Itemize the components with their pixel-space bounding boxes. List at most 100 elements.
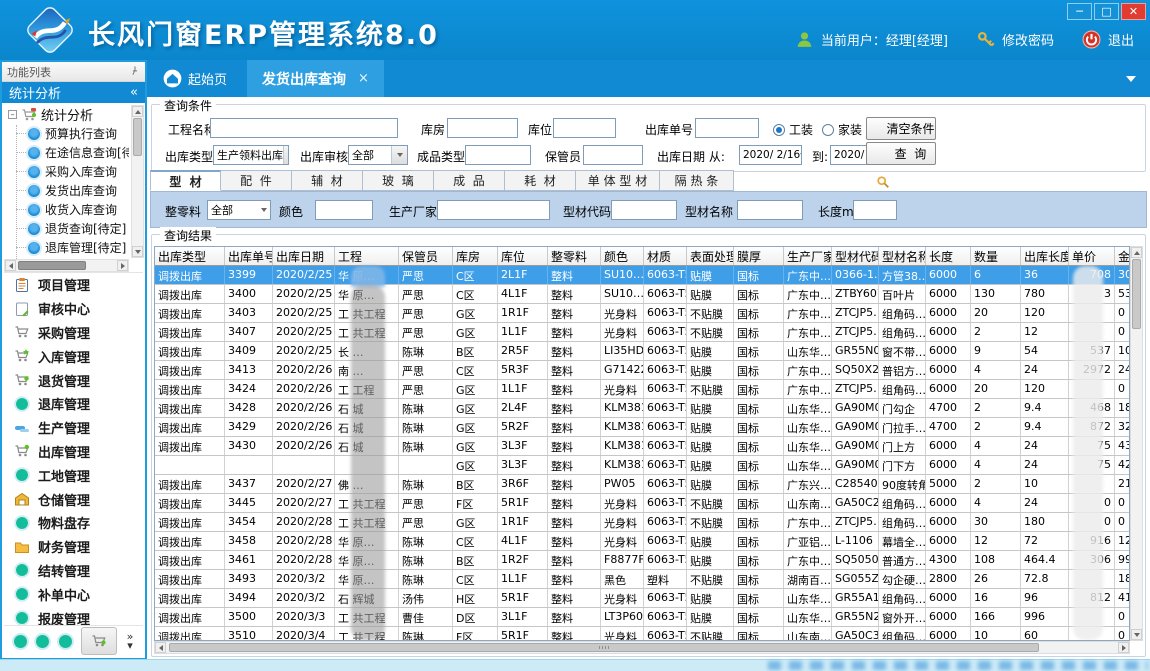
table-row[interactable]: G区3L3F整料KLM38176063-T5贴膜国标山东华…GA90M09.门下… — [155, 456, 1129, 475]
table-row[interactable]: 调拨出库34582020/2/28华 原…陈琳C区4L1F整料光身料6063-T… — [155, 532, 1129, 551]
tree-item-5[interactable]: 退货查询[待定] — [4, 219, 129, 238]
column-header-8[interactable]: 颜色 — [601, 247, 644, 265]
table-row[interactable]: 调拨出库34942020/3/2石 辉城汤伟H区5R1F整料光身料6063-T5… — [155, 589, 1129, 608]
date-from-select[interactable]: 2020/ 2/16 — [739, 145, 802, 165]
column-header-16[interactable]: 数量 — [971, 247, 1021, 265]
column-header-13[interactable]: 型材代码 — [832, 247, 879, 265]
table-row[interactable]: 调拨出库35102020/3/4工 共工程陈琳F区5R1F整料光身料6063-T… — [155, 627, 1129, 641]
table-row[interactable]: 调拨出库34132020/2/26南 …严思C区5R3F整料G714226063… — [155, 361, 1129, 380]
sidebar-item-2[interactable]: 采购管理 — [4, 321, 143, 345]
sidebar-item-9[interactable]: 仓储管理 — [4, 487, 143, 511]
filter-input-5[interactable] — [853, 200, 897, 220]
sidebar-item-6[interactable]: 生产管理 — [4, 416, 143, 440]
results-horizontal-scrollbar[interactable] — [154, 641, 1130, 654]
filter-input-3[interactable] — [611, 200, 677, 220]
tree-collapse-icon[interactable]: – — [8, 110, 17, 119]
tree-item-3[interactable]: 发货出库查询 — [4, 181, 129, 200]
scroll-right-icon[interactable] — [1118, 642, 1129, 653]
table-row[interactable]: 调拨出库34452020/2/27工 共工程严思F区5R1F整料光身料6063-… — [155, 494, 1129, 513]
sidebar-item-7[interactable]: 出库管理 — [4, 440, 143, 464]
material-tab-7[interactable]: 隔 热 条 — [660, 170, 734, 191]
tab-home[interactable]: 起始页 — [155, 60, 235, 97]
tree-item-1[interactable]: 在途信息查询[待 — [4, 143, 129, 162]
material-tab-2[interactable]: 辅 材 — [292, 170, 363, 191]
table-row[interactable]: 调拨出库34242020/2/26工 工程严思G区1L1F整料光身料6063-T… — [155, 380, 1129, 399]
radio-gongzhuang[interactable]: 工装 — [773, 121, 813, 138]
scroll-up-icon[interactable] — [1131, 247, 1142, 258]
scroll-left-icon[interactable] — [5, 260, 16, 271]
sidebar-item-10[interactable]: 物料盘存 — [4, 511, 143, 535]
column-header-17[interactable]: 出库长度 — [1021, 247, 1069, 265]
sidebar-item-11[interactable]: 财务管理 — [4, 535, 143, 559]
project-name-input[interactable] — [210, 118, 398, 138]
tree-item-6[interactable]: 退库管理[待定] — [4, 238, 129, 257]
scroll-right-icon[interactable] — [117, 260, 128, 271]
table-row[interactable]: 调拨出库34282020/2/26石 城陈琳G区2L4F整料KLM3817606… — [155, 399, 1129, 418]
table-row[interactable]: 调拨出库34032020/2/25工 共工程严思G区1R1F整料光身料6063-… — [155, 304, 1129, 323]
tree-root[interactable]: – 统计分析 — [4, 105, 129, 124]
column-header-3[interactable]: 工程 — [335, 247, 399, 265]
tree-scroll-thumb[interactable] — [133, 118, 142, 156]
radio-jiazhuang[interactable]: 家装 — [822, 121, 862, 138]
filter-input-2[interactable] — [437, 200, 550, 220]
column-header-4[interactable]: 保管员 — [399, 247, 453, 265]
logout-link[interactable]: 退出 — [1108, 30, 1134, 49]
clear-conditions-button[interactable]: 清空条件 — [866, 117, 936, 140]
material-tab-3[interactable]: 玻 璃 — [363, 170, 434, 191]
column-header-6[interactable]: 库位 — [498, 247, 548, 265]
tree-vertical-scrollbar[interactable] — [131, 105, 144, 258]
scroll-up-icon[interactable] — [132, 106, 143, 117]
column-header-0[interactable]: 出库类型 — [155, 247, 225, 265]
table-row[interactable]: 调拨出库34292020/2/26石 城陈琳G区5R2F整料KLM3817606… — [155, 418, 1129, 437]
tab-list-caret-icon[interactable] — [1126, 76, 1136, 82]
table-row[interactable]: 调拨出库34372020/2/27佛 …陈琳B区3R6F整料PW056063-T… — [155, 475, 1129, 494]
sidebar-item-12[interactable]: 结转管理 — [4, 559, 143, 583]
material-tab-6[interactable]: 单 体 型 材 — [576, 170, 660, 191]
change-password-link[interactable]: 修改密码 — [1002, 30, 1054, 49]
order-no-input[interactable] — [695, 118, 759, 138]
circle-icon[interactable] — [59, 635, 72, 648]
table-row[interactable]: 调拨出库34612020/2/28华 原…陈琳B区1R2F整料F8877FT60… — [155, 551, 1129, 570]
sidebar-item-14[interactable]: 报废管理 — [4, 606, 143, 626]
maximize-button[interactable]: □ — [1094, 3, 1119, 20]
column-header-14[interactable]: 型材名称 — [879, 247, 926, 265]
tree-horizontal-scrollbar[interactable] — [4, 259, 129, 272]
tree-item-4[interactable]: 收货入库查询 — [4, 200, 129, 219]
circle-icon[interactable] — [14, 635, 27, 648]
sidebar-item-13[interactable]: 补单中心 — [4, 582, 143, 606]
material-tab-1[interactable]: 配 件 — [221, 170, 292, 191]
cart-shortcut-button[interactable] — [81, 627, 117, 655]
table-row[interactable]: 调拨出库34072020/2/25工 共工程严思G区1L1F整料光身料6063-… — [155, 323, 1129, 342]
close-button[interactable]: ✕ — [1121, 3, 1146, 20]
sidebar-item-0[interactable]: 项目管理 — [4, 273, 143, 297]
table-row[interactable]: 调拨出库35002020/3/3工 共工程曹佳D区3L1F整料LT3P60606… — [155, 608, 1129, 627]
scroll-down-icon[interactable] — [132, 246, 143, 257]
sidebar-item-8[interactable]: 工地管理 — [4, 463, 143, 487]
tab-close-icon[interactable]: × — [358, 71, 369, 86]
product-type-input[interactable] — [465, 145, 531, 165]
scroll-left-icon[interactable] — [155, 642, 166, 653]
column-header-19[interactable]: 金 — [1115, 247, 1130, 265]
column-header-11[interactable]: 膜厚 — [734, 247, 784, 265]
keeper-input[interactable] — [583, 145, 643, 165]
column-header-15[interactable]: 长度 — [926, 247, 971, 265]
audit-select[interactable]: 全部 — [348, 145, 408, 165]
sidebar-item-5[interactable]: 退库管理 — [4, 392, 143, 416]
column-header-2[interactable]: 出库日期 — [273, 247, 335, 265]
tree-item-2[interactable]: 采购入库查询 — [4, 162, 129, 181]
table-row[interactable]: 调拨出库34542020/2/28工 共工程严思G区1R1F整料光身料6063-… — [155, 513, 1129, 532]
out-type-select[interactable]: 生产领料出库 — [213, 145, 289, 165]
warehouse-input[interactable] — [447, 118, 518, 138]
material-tab-5[interactable]: 耗 材 — [505, 170, 576, 191]
column-header-10[interactable]: 表面处理 — [687, 247, 734, 265]
table-row[interactable]: 调拨出库34932020/3/2华 原…陈琳C区1L1F整料黑色塑料不贴膜国标湖… — [155, 570, 1129, 589]
column-header-7[interactable]: 整零料 — [548, 247, 601, 265]
column-header-12[interactable]: 生产厂家 — [784, 247, 832, 265]
tree-item-0[interactable]: 预算执行查询 — [4, 124, 129, 143]
more-buttons-chevron[interactable]: »▾ — [127, 632, 134, 650]
stats-group-header[interactable]: 统计分析 « — [2, 82, 145, 103]
scroll-down-icon[interactable] — [1131, 629, 1142, 640]
filter-input-1[interactable] — [315, 200, 373, 220]
collapse-icon[interactable]: « — [130, 85, 138, 100]
table-row[interactable]: 调拨出库34302020/2/26石 城陈琳G区3L3F整料KLM3817606… — [155, 437, 1129, 456]
